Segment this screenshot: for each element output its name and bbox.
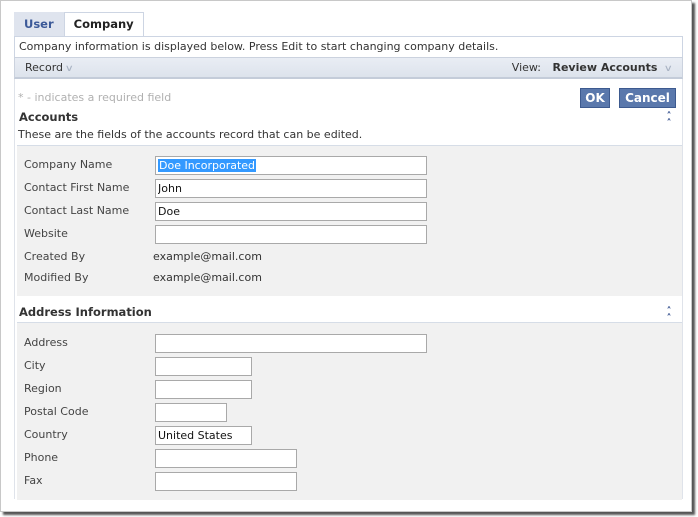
contact-first-name-input[interactable] xyxy=(155,179,427,198)
tab-bar: User Company xyxy=(14,12,144,38)
country-input[interactable] xyxy=(155,426,252,445)
accounts-section-description: These are the fields of the accounts rec… xyxy=(18,128,363,141)
modified-by-label: Modified By xyxy=(24,271,89,284)
contact-last-name-label: Contact Last Name xyxy=(24,204,130,217)
modified-by-value: example@mail.com xyxy=(153,271,262,284)
fax-input[interactable] xyxy=(155,472,297,491)
field-contact-first-name: Contact First Name xyxy=(17,179,682,199)
address-input[interactable] xyxy=(155,334,427,353)
city-label: City xyxy=(24,359,46,372)
field-region: Region xyxy=(17,380,682,400)
field-country: Country xyxy=(17,426,682,446)
contact-last-name-input[interactable] xyxy=(155,202,427,221)
collapse-address-icon[interactable]: ˄ ˄ xyxy=(664,307,674,324)
view-selector[interactable]: View: Review Accounts ∨ xyxy=(511,58,674,79)
accounts-fields-panel: Company Name Doe Incorporated Contact Fi… xyxy=(17,145,682,296)
website-label: Website xyxy=(24,227,68,240)
city-input[interactable] xyxy=(155,357,252,376)
company-name-selected-text: Doe Incorporated xyxy=(158,159,257,172)
record-menu-label: Record xyxy=(25,61,64,74)
field-fax: Fax xyxy=(17,472,682,492)
required-field-note: * - indicates a required field xyxy=(18,91,172,104)
company-name-input[interactable]: Doe Incorporated xyxy=(155,156,427,175)
country-label: Country xyxy=(24,428,68,441)
field-address: Address xyxy=(17,334,682,354)
field-contact-last-name: Contact Last Name xyxy=(17,202,682,222)
phone-input[interactable] xyxy=(155,449,297,468)
view-value[interactable]: Review Accounts xyxy=(553,61,658,74)
field-created-by: Created By example@mail.com xyxy=(17,248,682,268)
action-toolbar: Record ∨ View: Review Accounts ∨ xyxy=(14,57,683,79)
postal-code-input[interactable] xyxy=(155,403,227,422)
view-label: View: xyxy=(511,61,541,74)
cancel-button[interactable]: Cancel xyxy=(619,88,676,108)
accounts-section-title: Accounts xyxy=(19,110,79,124)
ok-button[interactable]: OK xyxy=(580,88,610,108)
content-border-left xyxy=(14,79,15,499)
record-menu[interactable]: Record ∨ xyxy=(25,58,74,79)
website-input[interactable] xyxy=(155,225,427,244)
postal-code-label: Postal Code xyxy=(24,405,89,418)
chevron-down-icon: ∨ xyxy=(64,64,74,74)
content-border-right xyxy=(682,79,683,499)
address-section-title: Address Information xyxy=(19,305,152,319)
fax-label: Fax xyxy=(24,474,43,487)
tab-user[interactable]: User xyxy=(14,12,64,37)
field-modified-by: Modified By example@mail.com xyxy=(17,269,682,289)
chevron-down-icon: ∨ xyxy=(664,64,674,74)
region-label: Region xyxy=(24,382,62,395)
address-fields-panel: Address City Region Postal Code Country … xyxy=(17,322,682,500)
company-name-label: Company Name xyxy=(24,158,113,171)
field-website: Website xyxy=(17,225,682,245)
address-label: Address xyxy=(24,336,68,349)
field-company-name: Company Name Doe Incorporated xyxy=(17,156,682,176)
phone-label: Phone xyxy=(24,451,59,464)
collapse-accounts-icon[interactable]: ˄ ˄ xyxy=(664,112,674,129)
page-description: Company information is displayed below. … xyxy=(14,36,683,58)
field-phone: Phone xyxy=(17,449,682,469)
created-by-label: Created By xyxy=(24,250,86,263)
created-by-value: example@mail.com xyxy=(153,250,262,263)
tab-company[interactable]: Company xyxy=(63,12,144,38)
contact-first-name-label: Contact First Name xyxy=(24,181,130,194)
field-city: City xyxy=(17,357,682,377)
region-input[interactable] xyxy=(155,380,252,399)
field-postal-code: Postal Code xyxy=(17,403,682,423)
